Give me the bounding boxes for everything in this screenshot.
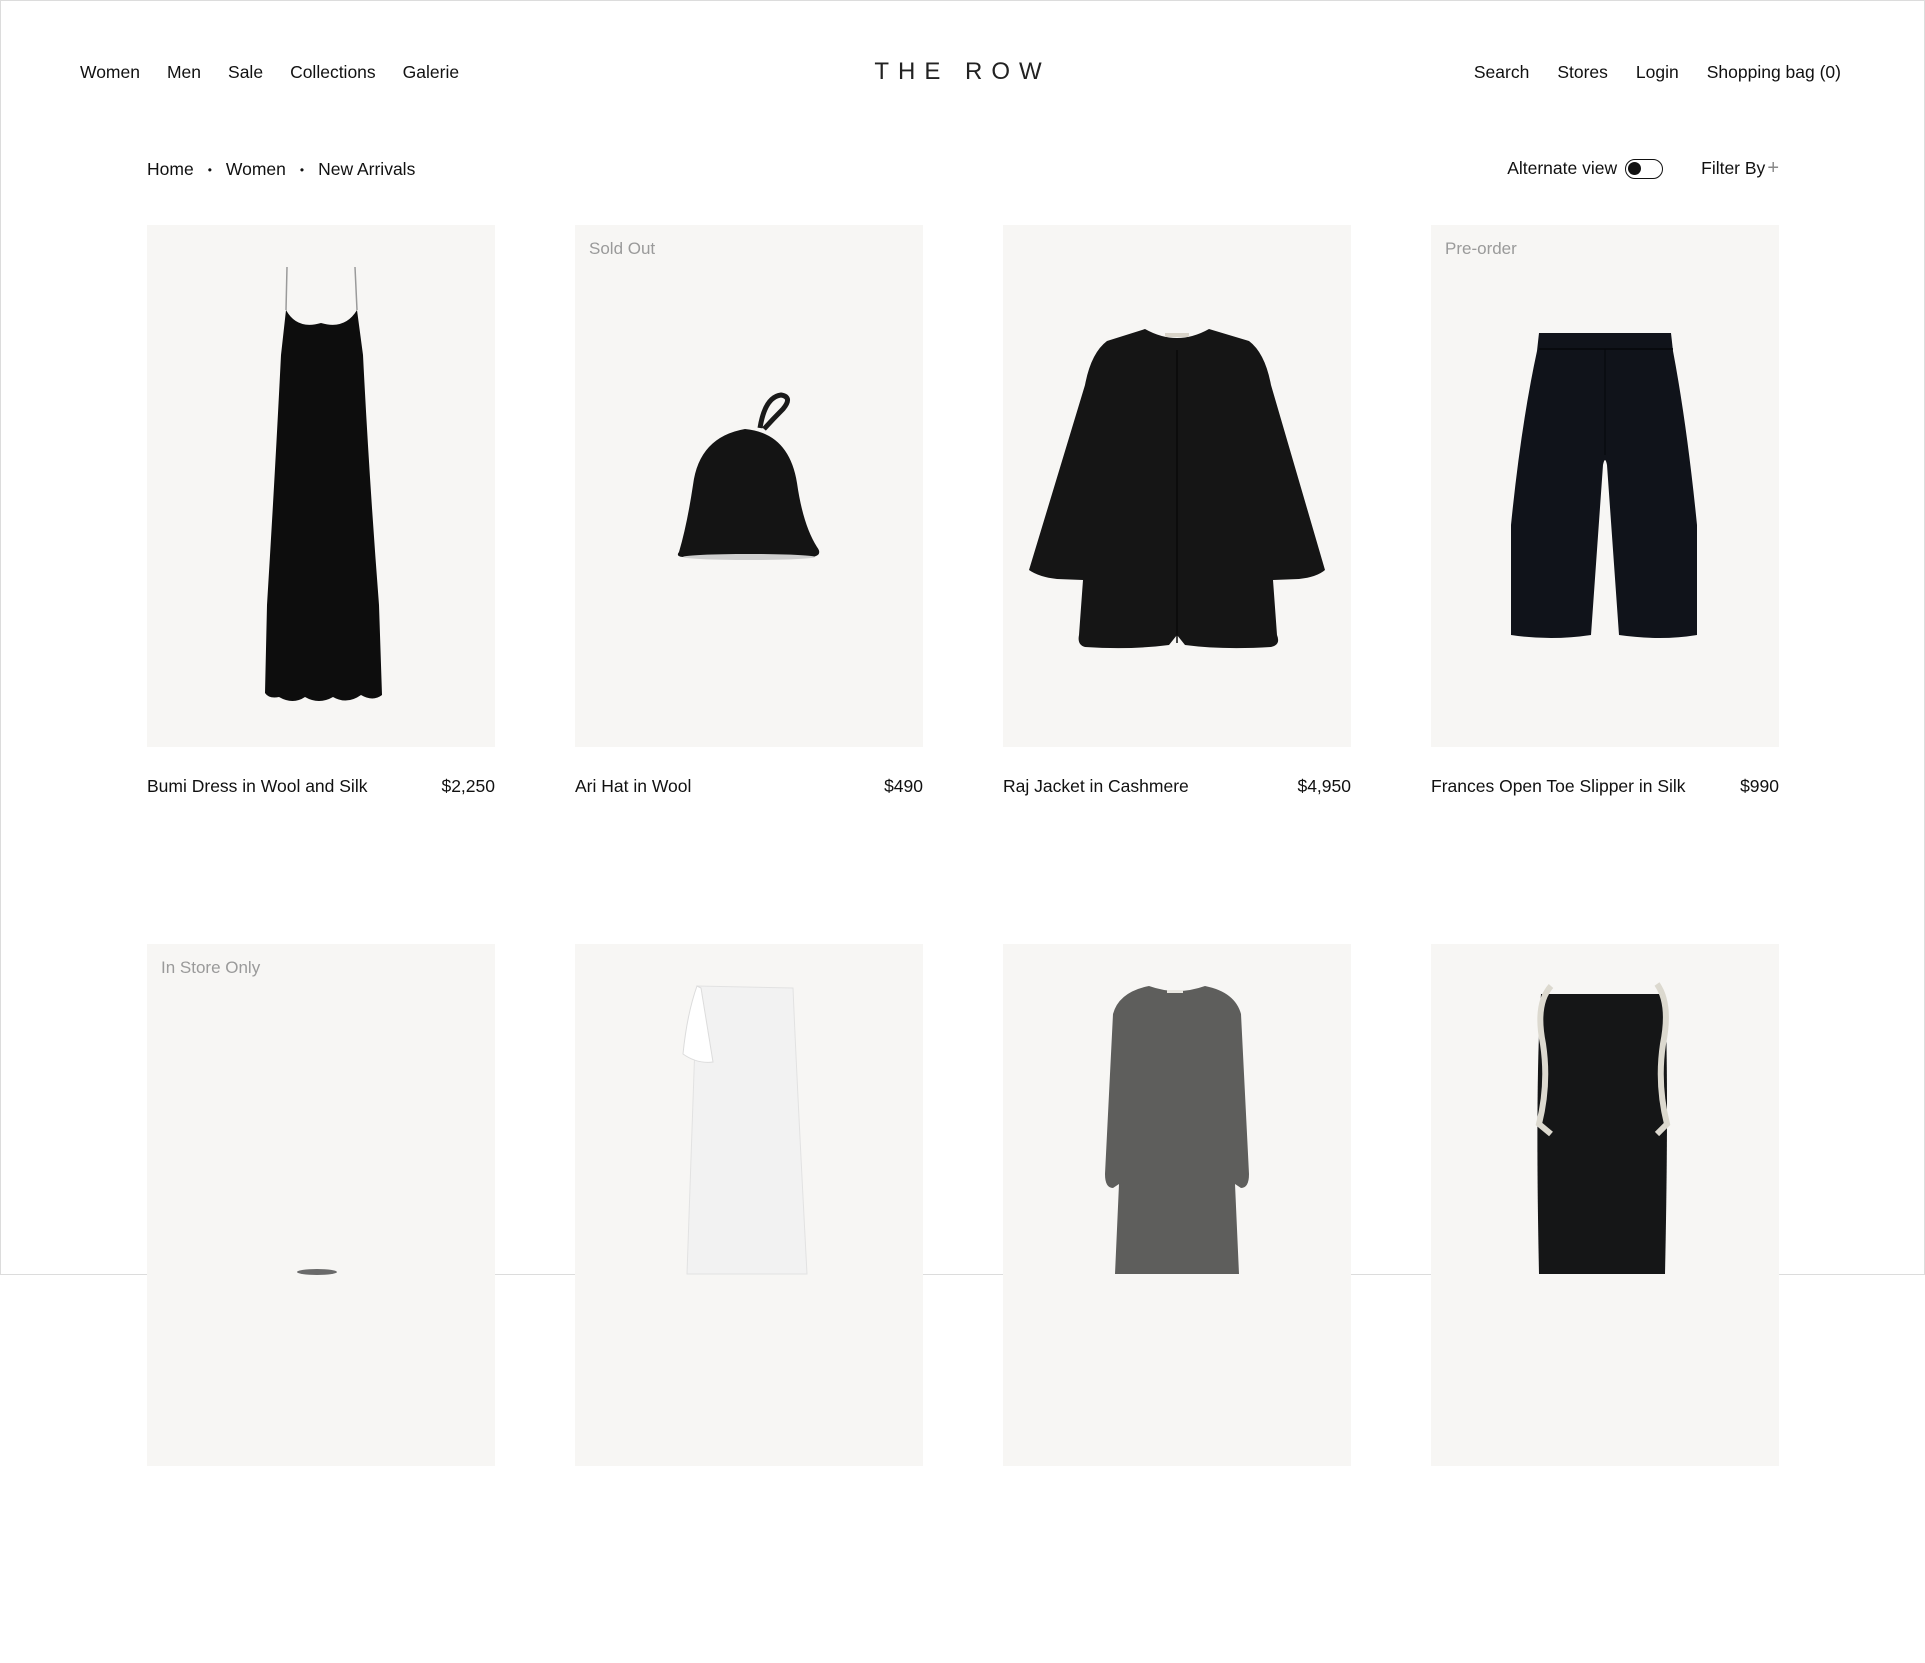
product-info <box>1431 1491 1779 1663</box>
product-info: Frances Open Toe Slipper in Silk $990 <box>1431 772 1779 944</box>
product-image[interactable] <box>1003 944 1351 1466</box>
product-card[interactable]: Sold Out Ari Hat in Wool $490 <box>575 225 923 944</box>
jacket-image <box>1029 329 1325 649</box>
hat-image <box>677 392 820 560</box>
product-card[interactable]: In Store Only <box>147 944 495 1663</box>
filter-button[interactable]: Filter By + <box>1701 157 1779 180</box>
brand-logo[interactable]: THE ROW <box>874 58 1050 85</box>
alternate-view-toggle[interactable] <box>1625 158 1664 179</box>
product-image[interactable]: Sold Out <box>575 225 923 747</box>
product-card[interactable] <box>1431 944 1779 1663</box>
nav-women[interactable]: Women <box>80 62 140 83</box>
product-name[interactable]: Ari Hat in Wool <box>575 772 691 800</box>
product-info: Raj Jacket in Cashmere $4,950 <box>1003 772 1351 944</box>
nav-galerie[interactable]: Galerie <box>403 62 459 83</box>
breadcrumb-home[interactable]: Home <box>147 159 194 180</box>
stores-link[interactable]: Stores <box>1557 62 1608 83</box>
product-image[interactable] <box>575 944 923 1466</box>
search-link[interactable]: Search <box>1474 62 1529 83</box>
nav-men[interactable]: Men <box>167 62 201 83</box>
alternate-view-label: Alternate view <box>1507 158 1618 178</box>
listing-toolbar: Alternate view Filter By + <box>1507 157 1779 180</box>
white-dress-image <box>682 985 808 1275</box>
grey-dress-image <box>1105 986 1249 1274</box>
product-price: $990 <box>1740 776 1779 796</box>
product-info: Bumi Dress in Wool and Silk $2,250 <box>147 772 495 944</box>
shorts-image <box>1511 333 1697 638</box>
product-info: Ari Hat in Wool $490 <box>575 772 923 944</box>
product-image[interactable] <box>1431 944 1779 1466</box>
breadcrumb-women[interactable]: Women <box>226 159 286 180</box>
product-card[interactable]: Bumi Dress in Wool and Silk $2,250 <box>147 225 495 944</box>
dress-image <box>265 266 382 701</box>
login-link[interactable]: Login <box>1636 62 1679 83</box>
plus-icon: + <box>1767 157 1779 179</box>
product-image[interactable] <box>1003 225 1351 747</box>
product-price: $490 <box>884 776 923 796</box>
product-grid: Bumi Dress in Wool and Silk $2,250 Sold … <box>147 225 1779 1663</box>
product-card[interactable]: Raj Jacket in Cashmere $4,950 <box>1003 225 1351 944</box>
toggle-knob <box>1628 161 1642 175</box>
product-name[interactable]: Raj Jacket in Cashmere <box>1003 772 1189 800</box>
product-name[interactable]: Bumi Dress in Wool and Silk <box>147 772 367 800</box>
product-image[interactable]: Pre-order <box>1431 225 1779 747</box>
shopping-bag-link[interactable]: Shopping bag (0) <box>1707 62 1841 83</box>
product-card[interactable] <box>575 944 923 1663</box>
product-card[interactable] <box>1003 944 1351 1663</box>
product-card[interactable]: Pre-order Frances Open Toe Slipper in Si… <box>1431 225 1779 944</box>
black-dress-image <box>1535 982 1671 1274</box>
product-info <box>575 1491 923 1663</box>
product-image[interactable] <box>147 225 495 747</box>
filter-label: Filter By <box>1701 158 1766 178</box>
product-info <box>147 1491 495 1663</box>
product-price: $2,250 <box>441 776 495 796</box>
primary-nav: Women Men Sale Collections Galerie <box>80 62 459 83</box>
product-price: $4,950 <box>1297 776 1351 796</box>
nav-sale[interactable]: Sale <box>228 62 263 83</box>
dot-separator-icon: • <box>207 162 212 177</box>
utility-nav: Search Stores Login Shopping bag (0) <box>1474 62 1841 83</box>
product-name[interactable]: Frances Open Toe Slipper in Silk <box>1431 772 1686 800</box>
breadcrumb-current: New Arrivals <box>318 159 416 179</box>
breadcrumb: Home • Women • New Arrivals <box>147 159 415 180</box>
nav-collections[interactable]: Collections <box>290 62 376 83</box>
dot-separator-icon: • <box>299 162 305 177</box>
product-image-partial <box>297 1269 337 1275</box>
product-info <box>1003 1491 1351 1663</box>
product-image[interactable]: In Store Only <box>147 944 495 1466</box>
